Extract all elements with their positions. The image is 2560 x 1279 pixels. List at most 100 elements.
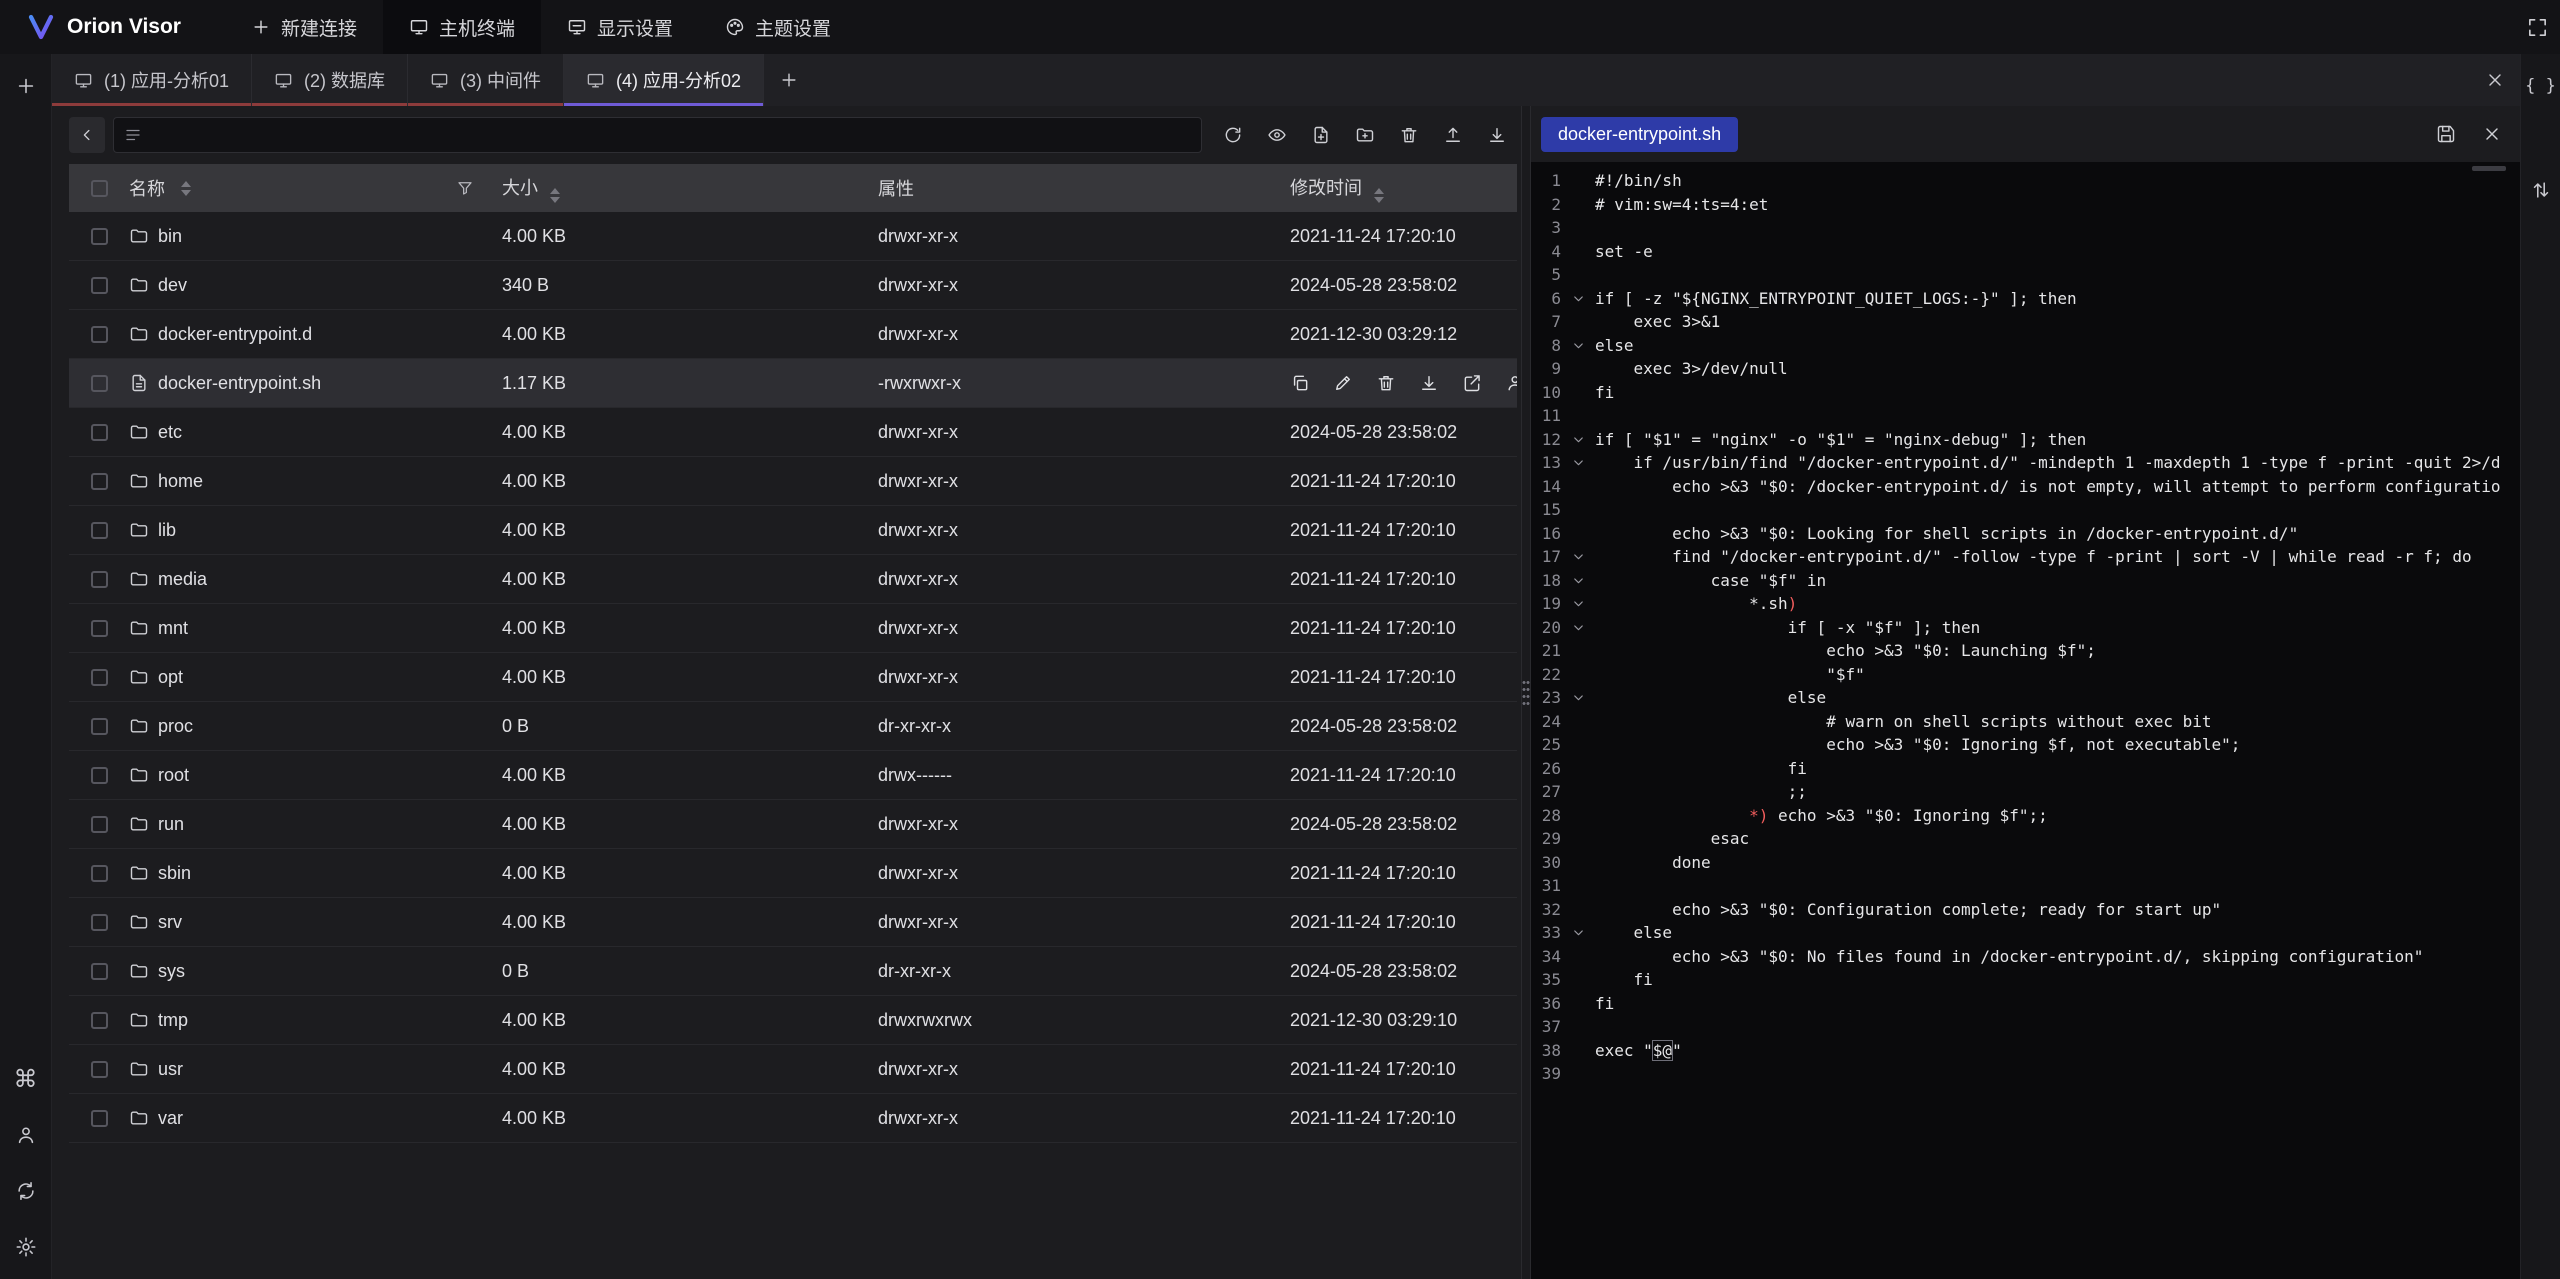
fold-chevron-icon[interactable]: [1565, 616, 1591, 640]
download-button[interactable]: [1476, 115, 1517, 156]
row-checkbox[interactable]: [91, 767, 108, 784]
code-editor[interactable]: 1#!/bin/sh2# vim:sw=4:ts=4:et34set -e56i…: [1531, 162, 2520, 1279]
fold-chevron-icon[interactable]: [1565, 569, 1591, 593]
nav-item-new-connection[interactable]: 新建连接: [225, 0, 383, 54]
session-tab-4[interactable]: (4) 应用-分析02: [564, 54, 764, 106]
file-row-root[interactable]: root4.00 KBdrwx------2021-11-24 17:20:10: [69, 751, 1517, 800]
row-checkbox[interactable]: [91, 1110, 108, 1127]
row-checkbox[interactable]: [91, 473, 108, 490]
new-file-button[interactable]: [1300, 115, 1341, 156]
edit-icon[interactable]: [1333, 373, 1353, 393]
line-number: 36: [1531, 992, 1565, 1016]
file-row-tmp[interactable]: tmp4.00 KBdrwxrwxrwx2021-12-30 03:29:10: [69, 996, 1517, 1045]
row-checkbox[interactable]: [91, 326, 108, 343]
fold-chevron-icon[interactable]: [1565, 921, 1591, 945]
fold-chevron-icon[interactable]: [1565, 428, 1591, 452]
row-checkbox[interactable]: [91, 1012, 108, 1029]
row-checkbox[interactable]: [91, 1061, 108, 1078]
row-checkbox[interactable]: [91, 963, 108, 980]
nav-item-host-terminal[interactable]: 主机终端: [383, 0, 541, 54]
row-checkbox[interactable]: [91, 718, 108, 735]
upload-button[interactable]: [1432, 115, 1473, 156]
file-row-docker-entrypoint.sh[interactable]: docker-entrypoint.sh1.17 KB-rwxrwxr-x: [69, 359, 1517, 408]
fold-gutter: [1565, 898, 1591, 922]
row-checkbox[interactable]: [91, 571, 108, 588]
panel-resize-handle[interactable]: [1521, 106, 1531, 1279]
file-row-sbin[interactable]: sbin4.00 KBdrwxr-xr-x2021-11-24 17:20:10: [69, 849, 1517, 898]
new-connection-button[interactable]: [6, 66, 46, 106]
sync-button[interactable]: [6, 1171, 46, 1211]
editor-file-tab[interactable]: docker-entrypoint.sh: [1541, 117, 1738, 152]
editor-scrollbar[interactable]: [2472, 166, 2506, 171]
file-row-usr[interactable]: usr4.00 KBdrwxr-xr-x2021-11-24 17:20:10: [69, 1045, 1517, 1094]
add-tab-button[interactable]: [764, 54, 814, 106]
sort-name-button[interactable]: [181, 181, 191, 196]
delete-button[interactable]: [1388, 115, 1429, 156]
sort-mtime-button[interactable]: [1374, 188, 1384, 203]
editor-line: 22 "$f": [1531, 663, 2520, 687]
file-row-opt[interactable]: opt4.00 KBdrwxr-xr-x2021-11-24 17:20:10: [69, 653, 1517, 702]
back-button[interactable]: [69, 117, 105, 153]
row-checkbox[interactable]: [91, 228, 108, 245]
file-row-run[interactable]: run4.00 KBdrwxr-xr-x2024-05-28 23:58:02: [69, 800, 1517, 849]
row-checkbox[interactable]: [91, 620, 108, 637]
copy-icon[interactable]: [1290, 373, 1310, 393]
code-text: #!/bin/sh: [1595, 169, 1682, 193]
move-icon[interactable]: [1462, 373, 1482, 393]
fold-chevron-icon[interactable]: [1565, 545, 1591, 569]
shortcuts-button[interactable]: ⌘: [6, 1059, 46, 1099]
nav-item-display-settings[interactable]: 显示设置: [541, 0, 699, 54]
session-tab-3[interactable]: (3) 中间件: [408, 54, 564, 106]
fold-chevron-icon[interactable]: [1565, 592, 1591, 616]
fold-chevron-icon[interactable]: [1565, 334, 1591, 358]
brand[interactable]: Orion Visor: [26, 0, 181, 54]
session-tab-1[interactable]: (1) 应用-分析01: [52, 54, 252, 106]
nav-item-theme-settings[interactable]: 主题设置: [699, 0, 857, 54]
row-checkbox[interactable]: [91, 424, 108, 441]
path-input[interactable]: [113, 117, 1202, 153]
close-tab-bar-button[interactable]: [2470, 54, 2520, 106]
row-checkbox[interactable]: [91, 375, 108, 392]
file-row-bin[interactable]: bin4.00 KBdrwxr-xr-x2021-11-24 17:20:10: [69, 212, 1517, 261]
file-row-media[interactable]: media4.00 KBdrwxr-xr-x2021-11-24 17:20:1…: [69, 555, 1517, 604]
file-mtime: 2024-05-28 23:58:02: [1290, 275, 1517, 296]
file-row-dev[interactable]: dev340 Bdrwxr-xr-x2024-05-28 23:58:02: [69, 261, 1517, 310]
settings-button[interactable]: [6, 1227, 46, 1267]
user-button[interactable]: [6, 1115, 46, 1155]
file-row-etc[interactable]: etc4.00 KBdrwxr-xr-x2024-05-28 23:58:02: [69, 408, 1517, 457]
editor-line: 15: [1531, 498, 2520, 522]
show-hidden-button[interactable]: [1256, 115, 1297, 156]
row-checkbox[interactable]: [91, 914, 108, 931]
download-icon[interactable]: [1419, 373, 1439, 393]
refresh-button[interactable]: [1212, 115, 1253, 156]
fold-chevron-icon[interactable]: [1565, 686, 1591, 710]
row-checkbox[interactable]: [91, 669, 108, 686]
row-checkbox[interactable]: [91, 277, 108, 294]
file-row-sys[interactable]: sys0 Bdr-xr-xr-x2024-05-28 23:58:02: [69, 947, 1517, 996]
select-all-checkbox[interactable]: [91, 180, 108, 197]
transfer-list-button[interactable]: [2521, 170, 2560, 210]
file-row-srv[interactable]: srv4.00 KBdrwxr-xr-x2021-11-24 17:20:10: [69, 898, 1517, 947]
fullscreen-button[interactable]: [2514, 0, 2560, 54]
fold-chevron-icon[interactable]: [1565, 287, 1591, 311]
file-row-var[interactable]: var4.00 KBdrwxr-xr-x2021-11-24 17:20:10: [69, 1094, 1517, 1143]
file-row-mnt[interactable]: mnt4.00 KBdrwxr-xr-x2021-11-24 17:20:10: [69, 604, 1517, 653]
file-row-lib[interactable]: lib4.00 KBdrwxr-xr-x2021-11-24 17:20:10: [69, 506, 1517, 555]
save-button[interactable]: [2426, 114, 2466, 154]
new-folder-button[interactable]: [1344, 115, 1385, 156]
file-row-proc[interactable]: proc0 Bdr-xr-xr-x2024-05-28 23:58:02: [69, 702, 1517, 751]
row-checkbox[interactable]: [91, 865, 108, 882]
row-checkbox[interactable]: [91, 522, 108, 539]
file-row-home[interactable]: home4.00 KBdrwxr-xr-x2021-11-24 17:20:10: [69, 457, 1517, 506]
session-tab-2[interactable]: (2) 数据库: [252, 54, 408, 106]
fold-chevron-icon[interactable]: [1565, 451, 1591, 475]
sort-size-button[interactable]: [550, 188, 560, 203]
delete-icon[interactable]: [1376, 373, 1396, 393]
code-text: fi: [1595, 757, 1807, 781]
snippets-button[interactable]: { }: [2521, 66, 2560, 106]
close-editor-button[interactable]: [2472, 114, 2512, 154]
permission-icon[interactable]: [1505, 373, 1517, 393]
filter-icon[interactable]: [456, 179, 474, 197]
row-checkbox[interactable]: [91, 816, 108, 833]
file-row-docker-entrypoint.d[interactable]: docker-entrypoint.d4.00 KBdrwxr-xr-x2021…: [69, 310, 1517, 359]
